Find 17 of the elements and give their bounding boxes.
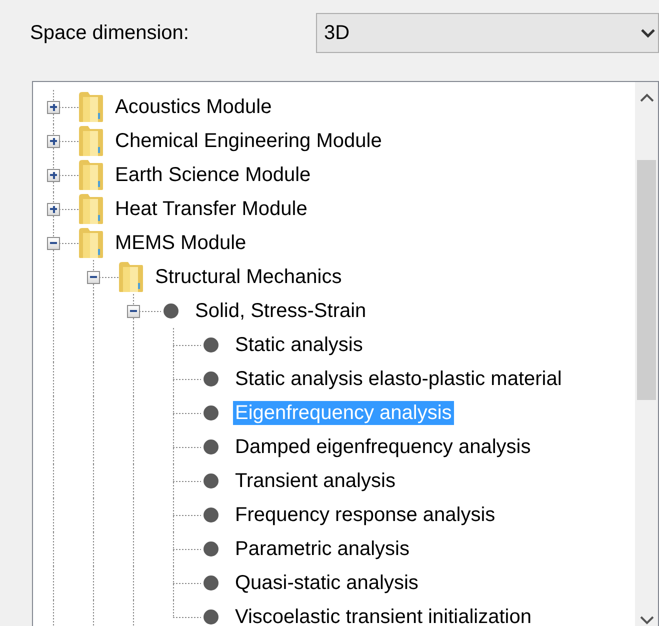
tree-item[interactable]: Parametric analysis — [233, 537, 412, 561]
tree-item[interactable]: Frequency response analysis — [233, 503, 498, 527]
tree-item[interactable]: MEMS Module — [113, 231, 248, 255]
tree-item[interactable]: Viscoelastic transient initialization — [233, 605, 534, 626]
tree-item[interactable]: Acoustics Module — [113, 95, 274, 119]
tree-item[interactable]: Static analysis elasto-plastic material — [233, 367, 564, 391]
tree-item[interactable]: Damped eigenfrequency analysis — [233, 435, 533, 459]
tree-item[interactable]: Earth Science Module — [113, 163, 313, 187]
tree-item[interactable]: Chemical Engineering Module — [113, 129, 384, 153]
tree-item[interactable]: Structural Mechanics — [153, 265, 344, 289]
tree-item[interactable]: Solid, Stress-Strain — [193, 299, 368, 323]
tree-item[interactable]: Heat Transfer Module — [113, 197, 310, 221]
dimension-dropdown[interactable]: 3D — [316, 13, 659, 53]
tree-item[interactable]: Transient analysis — [233, 469, 398, 493]
field-label: Space dimension: — [30, 21, 190, 46]
tree-item[interactable]: Quasi-static analysis — [233, 571, 420, 595]
tree-item[interactable]: Static analysis — [233, 333, 365, 357]
